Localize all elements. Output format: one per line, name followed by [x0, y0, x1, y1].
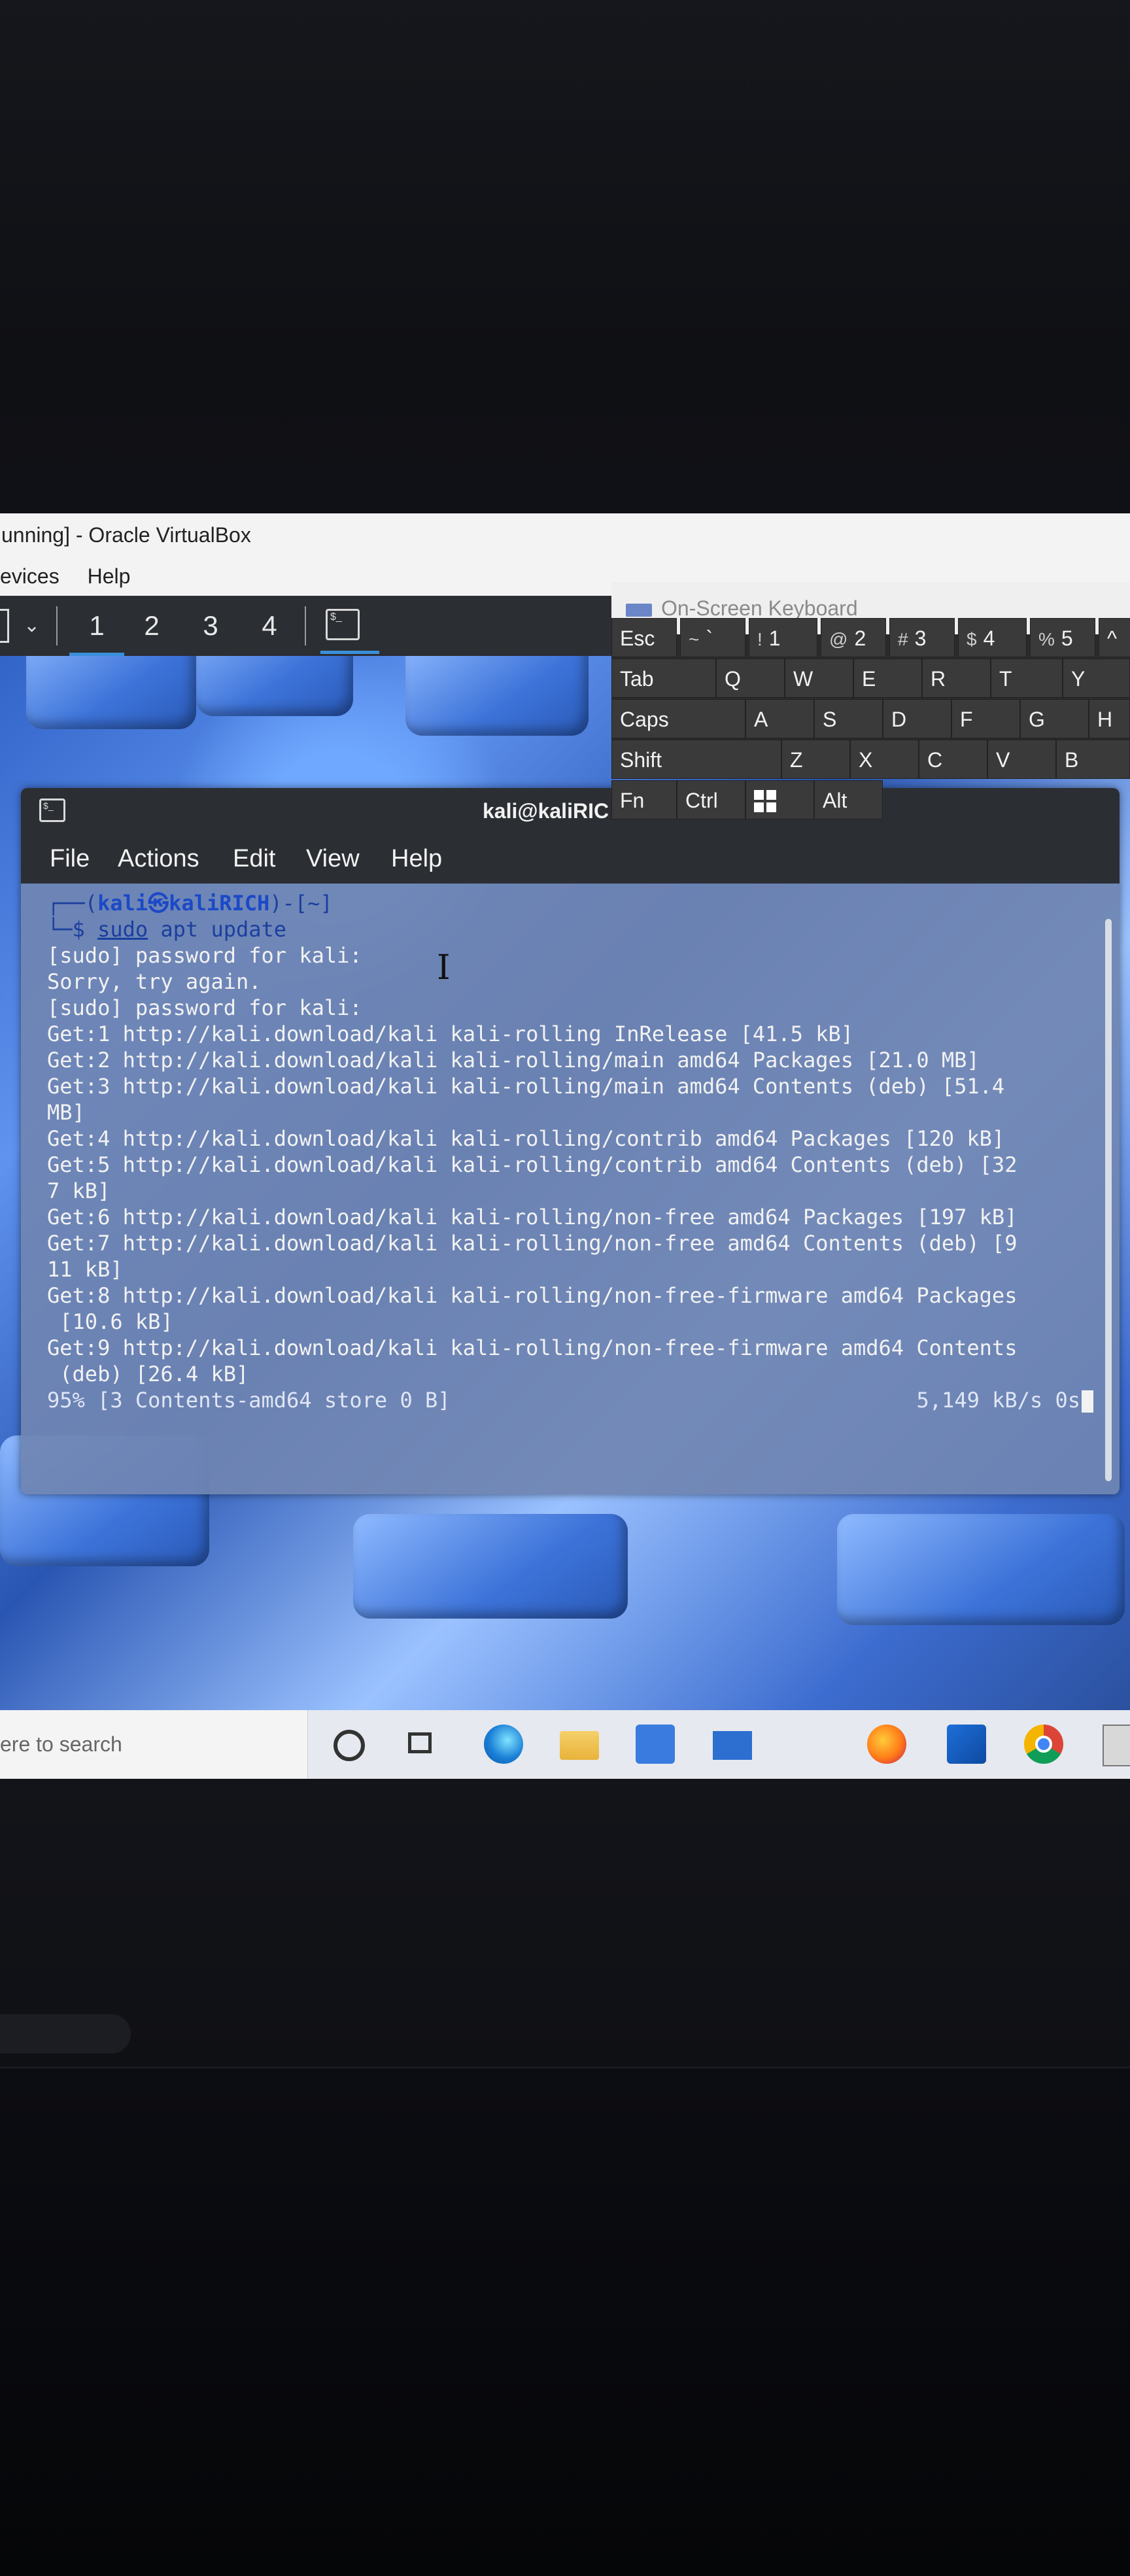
monitor-bezel-top — [0, 0, 1130, 513]
output-line: Get:1 http://kali.download/kali kali-rol… — [47, 1022, 853, 1046]
workspace-3[interactable]: 3 — [187, 596, 234, 656]
terminal-scrollbar[interactable] — [1105, 919, 1112, 1481]
command-sudo: sudo — [97, 917, 148, 942]
window-title: unning] - Oracle VirtualBox — [1, 523, 251, 547]
output-line: [sudo] password for kali: — [47, 943, 362, 968]
key-row1-7[interactable]: ^ — [1099, 618, 1130, 657]
search-box[interactable]: ere to search — [0, 1710, 308, 1779]
output-line: Get:7 http://kali.download/kali kali-rol… — [47, 1231, 1018, 1256]
mail-icon[interactable] — [713, 1731, 752, 1760]
output-line: MB] — [47, 1100, 85, 1125]
terminal-title-bar[interactable]: $_ kali@kaliRIC — [21, 788, 1120, 834]
key-row1-2[interactable]: ! 1 — [749, 618, 817, 657]
workspace-1[interactable]: 1 — [69, 596, 124, 656]
prompt-frame: ┌──( — [47, 891, 98, 916]
osk-title: On-Screen Keyboard — [661, 596, 858, 620]
terminal-menu-bar: File Actions Edit View Help — [21, 834, 1120, 884]
file-explorer-icon[interactable] — [560, 1731, 599, 1760]
output-line: 11 kB] — [47, 1257, 123, 1282]
output-line: Get:8 http://kali.download/kali kali-rol… — [47, 1283, 1018, 1308]
wallpaper-cube — [353, 1514, 628, 1619]
prompt-user-host: kali㉿kaliRICH — [97, 891, 270, 916]
prompt-line: ┌──(kali㉿kaliRICH)-[~] — [47, 890, 1093, 916]
prompt-directory: )-[~] — [269, 891, 333, 916]
key-row1-0[interactable]: Esc — [611, 618, 677, 657]
printer-icon[interactable] — [1103, 1725, 1130, 1766]
osk-keys — [611, 667, 1130, 753]
firefox-icon[interactable] — [867, 1725, 906, 1764]
download-speed: 5,149 kB/s 0s — [916, 1388, 1080, 1413]
virtualbox-title-bar: unning] - Oracle VirtualBox — [0, 513, 1130, 557]
workspace-4[interactable]: 4 — [246, 596, 293, 656]
command-text: apt update — [148, 917, 287, 942]
output-line: Get:2 http://kali.download/kali kali-rol… — [47, 1048, 980, 1073]
key-row5-3[interactable]: Alt — [814, 780, 883, 819]
edge-icon[interactable] — [484, 1725, 523, 1764]
terminal-cursor — [1082, 1390, 1093, 1413]
progress-speed: 5,149 kB/s 0s — [917, 1387, 1093, 1413]
task-view-icon[interactable] — [408, 1732, 432, 1753]
progress-line: 95% [3 Contents-amd64 store 0 B] 5,149 kB… — [47, 1387, 1093, 1413]
output-line: [sudo] password for kali: — [47, 995, 362, 1020]
terminal-output[interactable]: ┌──(kali㉿kaliRICH)-[~] └─$ sudo apt upda… — [47, 890, 1093, 1413]
menu-edit[interactable]: Edit — [233, 834, 275, 884]
text-cursor-icon: I — [437, 948, 451, 987]
virtualbox-icon[interactable] — [947, 1725, 986, 1764]
output-line: 7 kB] — [47, 1178, 111, 1203]
output-line: (deb) [26.4 kB] — [47, 1362, 249, 1386]
key-row1-6[interactable]: % 5 — [1030, 618, 1095, 657]
keyboard-icon — [626, 603, 652, 617]
key-row5-0[interactable]: Fn — [611, 780, 677, 819]
menu-file[interactable]: File — [50, 834, 90, 884]
terminal-glyph: $_ — [330, 611, 342, 623]
output-line: Get:3 http://kali.download/kali kali-rol… — [47, 1074, 1005, 1099]
wallpaper-cube — [837, 1514, 1125, 1625]
output-line: Get:4 http://kali.download/kali kali-rol… — [47, 1126, 1005, 1151]
menu-view[interactable]: View — [306, 834, 360, 884]
windows-logo-icon — [754, 789, 776, 812]
terminal-title: kali@kaliRIC — [483, 799, 609, 823]
windows-taskbar: ere to search — [0, 1710, 1130, 1779]
key-row5-2[interactable] — [745, 780, 814, 819]
search-placeholder: ere to search — [0, 1732, 122, 1756]
key-row1-4[interactable]: #3 — [889, 618, 955, 657]
laptop-deck — [0, 2067, 1130, 2576]
prompt-symbol: └─$ — [47, 917, 98, 942]
output-line: Get:9 http://kali.download/kali kali-rol… — [47, 1335, 1018, 1360]
output-line: Get:5 http://kali.download/kali kali-rol… — [47, 1152, 1018, 1177]
key-row1-3[interactable]: @2 — [821, 618, 886, 657]
menu-help[interactable]: Help — [391, 834, 442, 884]
key-row5-1[interactable]: Ctrl — [677, 780, 745, 819]
menu-help[interactable]: Help — [88, 564, 131, 588]
screen: unning] - Oracle VirtualBox evices Help … — [0, 513, 1130, 1779]
chrome-icon[interactable] — [1024, 1725, 1063, 1764]
menu-devices[interactable]: evices — [0, 564, 60, 588]
panel-separator — [305, 606, 306, 645]
cortana-icon[interactable] — [334, 1730, 365, 1761]
laptop-hinge — [0, 2014, 131, 2053]
terminal-window[interactable]: $_ kali@kaliRIC File Actions Edit View H… — [21, 788, 1120, 1494]
menu-actions[interactable]: Actions — [118, 834, 199, 884]
app-menu-icon[interactable] — [0, 609, 9, 643]
output-line: Get:6 http://kali.download/kali kali-rol… — [47, 1205, 1018, 1229]
chevron-down-icon[interactable]: ⌄ — [24, 596, 40, 656]
command-line: └─$ sudo apt update — [47, 916, 1093, 942]
workspace-2[interactable]: 2 — [128, 596, 175, 656]
terminal-taskbar-icon[interactable]: $_ — [326, 609, 360, 640]
store-icon[interactable] — [636, 1725, 675, 1764]
output-line: [10.6 kB] — [47, 1309, 173, 1334]
key-row1-5[interactable]: $4 — [958, 618, 1027, 657]
kali-top-panel: ⌄ 1 2 3 4 $_ — [0, 596, 615, 656]
active-window-indicator — [320, 651, 379, 654]
terminal-icon: $_ — [39, 799, 65, 822]
key-row1-1[interactable]: ~ ` — [680, 618, 745, 657]
output-line: Sorry, try again. — [47, 969, 262, 994]
progress-status: 95% [3 Contents-amd64 store 0 B] — [47, 1388, 451, 1413]
panel-separator — [56, 606, 58, 645]
